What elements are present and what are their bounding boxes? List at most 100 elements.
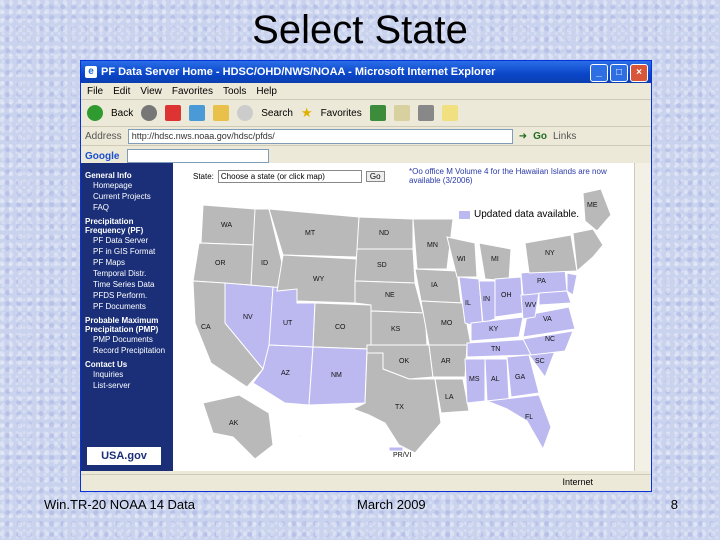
state-ia[interactable] bbox=[414, 268, 462, 304]
state-ak[interactable] bbox=[202, 394, 274, 460]
sidebar: General Info Homepage Current Projects F… bbox=[81, 163, 173, 471]
sidebar-header-pf: Precipitation Frequency (PF) bbox=[85, 217, 144, 235]
window-title: PF Data Server Home - HDSC/OHD/NWS/NOAA … bbox=[101, 66, 496, 78]
favorites-star-icon[interactable]: ★ bbox=[301, 105, 313, 121]
state-md[interactable] bbox=[538, 290, 572, 306]
close-button[interactable]: × bbox=[630, 64, 648, 82]
google-logo: Google bbox=[85, 150, 120, 162]
svg-text:AL: AL bbox=[491, 376, 500, 383]
state-fl[interactable] bbox=[486, 394, 552, 451]
svg-text:OK: OK bbox=[399, 358, 409, 365]
sidebar-item-current-projects[interactable]: Current Projects bbox=[85, 191, 169, 202]
links-label[interactable]: Links bbox=[553, 131, 576, 142]
address-label: Address bbox=[85, 130, 122, 142]
svg-text:IL: IL bbox=[465, 300, 471, 307]
minimize-button[interactable]: _ bbox=[590, 64, 608, 82]
svg-text:NV: NV bbox=[243, 314, 253, 321]
menu-view[interactable]: View bbox=[140, 86, 162, 97]
sidebar-item-list-server[interactable]: List-server bbox=[85, 380, 169, 391]
state-hi[interactable] bbox=[292, 430, 320, 450]
svg-text:WI: WI bbox=[457, 256, 466, 263]
refresh-icon[interactable] bbox=[189, 105, 206, 121]
svg-text:PR/VI: PR/VI bbox=[393, 452, 411, 459]
page-content: General Info Homepage Current Projects F… bbox=[81, 163, 637, 471]
menu-bar: File Edit View Favorites Tools Help bbox=[81, 83, 651, 100]
page-number: 8 bbox=[670, 497, 678, 512]
state-ne-states[interactable] bbox=[572, 228, 604, 273]
favorites-button[interactable]: Favorites bbox=[321, 108, 362, 119]
svg-text:NM: NM bbox=[331, 372, 342, 379]
back-arrow-icon[interactable] bbox=[87, 105, 103, 121]
folder-icon[interactable] bbox=[441, 105, 458, 121]
svg-text:ME: ME bbox=[587, 202, 598, 209]
svg-text:AK: AK bbox=[229, 420, 239, 427]
sidebar-item-temporal[interactable]: Temporal Distr. bbox=[85, 268, 169, 279]
main-panel: State: Choose a state (or click map) Go … bbox=[173, 163, 637, 471]
svg-text:SD: SD bbox=[377, 262, 387, 269]
svg-text:ID: ID bbox=[261, 260, 268, 267]
svg-text:KY: KY bbox=[489, 326, 499, 333]
status-zone: Internet bbox=[562, 477, 593, 487]
sidebar-item-record-precip[interactable]: Record Precipitation bbox=[85, 345, 169, 356]
go-arrow-icon[interactable]: ➜ bbox=[519, 131, 527, 142]
sidebar-item-time-series[interactable]: Time Series Data bbox=[85, 279, 169, 290]
mail-icon[interactable] bbox=[393, 105, 410, 121]
svg-text:MN: MN bbox=[427, 242, 438, 249]
title-bar: e PF Data Server Home - HDSC/OHD/NWS/NOA… bbox=[81, 61, 651, 83]
google-search-input[interactable] bbox=[127, 149, 270, 163]
sidebar-header-general: General Info bbox=[85, 171, 132, 180]
svg-text:SC: SC bbox=[535, 358, 545, 365]
svg-text:WA: WA bbox=[221, 222, 232, 229]
sidebar-item-pfds-perform[interactable]: PFDS Perform. bbox=[85, 290, 169, 301]
sidebar-item-pmp-documents[interactable]: PMP Documents bbox=[85, 334, 169, 345]
svg-text:ND: ND bbox=[379, 230, 389, 237]
sidebar-item-pf-gis[interactable]: PF in GIS Format bbox=[85, 246, 169, 257]
svg-text:VA: VA bbox=[543, 316, 552, 323]
menu-favorites[interactable]: Favorites bbox=[172, 86, 213, 97]
sidebar-item-inquiries[interactable]: Inquiries bbox=[85, 369, 169, 380]
vertical-scrollbar[interactable] bbox=[634, 163, 651, 471]
svg-text:IA: IA bbox=[431, 282, 438, 289]
home-icon[interactable] bbox=[213, 105, 230, 121]
sidebar-header-contact: Contact Us bbox=[85, 360, 128, 369]
menu-tools[interactable]: Tools bbox=[223, 86, 246, 97]
media-icon[interactable] bbox=[369, 105, 386, 121]
svg-text:GA: GA bbox=[515, 374, 525, 381]
back-button[interactable]: Back bbox=[111, 108, 133, 119]
sidebar-item-homepage[interactable]: Homepage bbox=[85, 180, 169, 191]
usa-gov-logo[interactable]: USA.gov bbox=[87, 447, 161, 465]
menu-help[interactable]: Help bbox=[256, 86, 277, 97]
svg-text:CA: CA bbox=[201, 324, 211, 331]
svg-text:NY: NY bbox=[545, 250, 555, 257]
print-icon[interactable] bbox=[417, 105, 434, 121]
browser-window: e PF Data Server Home - HDSC/OHD/NWS/NOA… bbox=[80, 60, 652, 492]
search-icon[interactable] bbox=[237, 105, 254, 121]
forward-arrow-icon[interactable] bbox=[141, 105, 158, 121]
svg-text:IN: IN bbox=[483, 296, 490, 303]
state-me[interactable] bbox=[582, 188, 612, 232]
svg-text:TN: TN bbox=[491, 346, 500, 353]
svg-text:CO: CO bbox=[335, 324, 346, 331]
menu-file[interactable]: File bbox=[87, 86, 103, 97]
svg-text:MO: MO bbox=[441, 320, 453, 327]
sidebar-item-pf-documents[interactable]: PF Documents bbox=[85, 301, 169, 312]
go-button[interactable]: Go bbox=[533, 131, 547, 142]
svg-text:OR: OR bbox=[215, 260, 226, 267]
maximize-button[interactable]: □ bbox=[610, 64, 628, 82]
state-pr-vi[interactable] bbox=[388, 446, 404, 452]
svg-text:WY: WY bbox=[313, 276, 325, 283]
menu-edit[interactable]: Edit bbox=[113, 86, 130, 97]
svg-text:KS: KS bbox=[391, 326, 401, 333]
sidebar-item-pf-maps[interactable]: PF Maps bbox=[85, 257, 169, 268]
address-input[interactable]: http://hdsc.nws.noaa.gov/hdsc/pfds/ bbox=[127, 128, 513, 144]
svg-text:TX: TX bbox=[395, 404, 404, 411]
address-bar: Address http://hdsc.nws.noaa.gov/hdsc/pf… bbox=[81, 127, 651, 146]
state-nj[interactable] bbox=[566, 272, 578, 296]
sidebar-item-faq[interactable]: FAQ bbox=[85, 202, 169, 213]
stop-icon[interactable] bbox=[165, 105, 182, 121]
svg-text:AR: AR bbox=[441, 358, 451, 365]
svg-text:WV: WV bbox=[525, 302, 537, 309]
sidebar-item-pf-data-server[interactable]: PF Data Server bbox=[85, 235, 169, 246]
search-button[interactable]: Search bbox=[261, 108, 293, 119]
toolbar: Back Search ★ Favorites bbox=[81, 100, 651, 127]
